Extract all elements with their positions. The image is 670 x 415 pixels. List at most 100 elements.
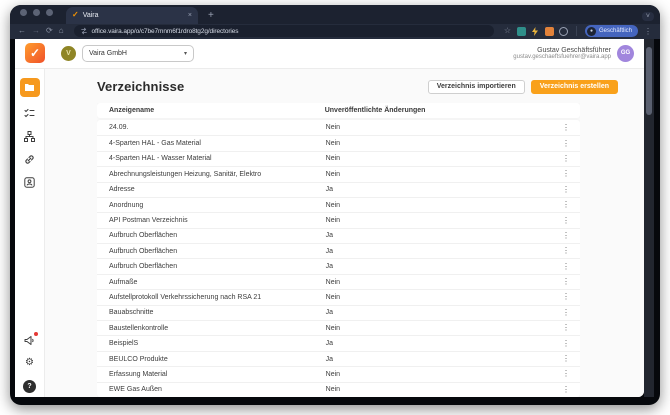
bolt-extension-icon[interactable] [531, 26, 540, 36]
window-maximize-button[interactable] [46, 8, 53, 16]
tab-search-chevron-icon[interactable]: ˅ [641, 11, 654, 21]
orange-extension-icon[interactable] [544, 26, 554, 36]
row-menu-icon[interactable]: ⋮ [560, 247, 570, 255]
row-changes: Nein [325, 140, 341, 148]
table-row[interactable]: Abrechnungsleistungen Heizung, Sanitär, … [97, 166, 580, 181]
table-row[interactable]: Aufbruch Oberflächen Ja ⋮ [97, 258, 580, 273]
table-body: 24.09. Nein ⋮ 4-Sparten HAL - Gas Materi… [97, 119, 580, 397]
row-menu-icon[interactable]: ⋮ [560, 370, 570, 378]
user-avatar[interactable]: GG [617, 44, 634, 62]
tab-close-icon[interactable]: × [188, 12, 192, 19]
row-changes: Ja [325, 232, 334, 240]
row-menu-icon[interactable]: ⋮ [560, 278, 570, 286]
table-row[interactable]: Baustellenkontrolle Nein ⋮ [97, 320, 580, 335]
sidebar-item-workflow[interactable] [24, 131, 36, 143]
row-changes: Ja [325, 340, 334, 348]
reload-icon[interactable]: ⟳ [46, 27, 53, 35]
import-directory-button[interactable]: Verzeichnis importieren [427, 79, 525, 94]
table-row[interactable]: Aufbruch Oberflächen Ja ⋮ [97, 243, 580, 258]
back-icon[interactable]: ← [18, 27, 26, 35]
sidebar-item-contacts[interactable] [24, 177, 36, 189]
window-close-button[interactable] [20, 8, 27, 16]
row-changes: Nein [325, 278, 341, 286]
row-name: API Postman Verzeichnis [109, 217, 188, 224]
home-icon[interactable]: ⌂ [59, 27, 64, 35]
table-row[interactable]: 4-Sparten HAL - Wasser Material Nein ⋮ [97, 150, 580, 166]
address-bar[interactable]: office.vaira.app/o/c7be7mnm6f1rdro8tg2g/… [73, 25, 494, 38]
row-changes: Nein [325, 217, 341, 224]
browser-profile-chip[interactable]: ● Geschäftlich [584, 25, 638, 38]
row-menu-icon[interactable]: ⋮ [560, 324, 570, 332]
table-row[interactable]: Aufbruch Oberflächen Ja ⋮ [97, 227, 580, 243]
browser-viewport: ✓ V Vaira GmbH ▾ Gustav Geschäftsführer … [10, 38, 660, 405]
settings-gear-icon[interactable]: ⚙ [24, 357, 36, 369]
desktop: ✓ Vaira × + ˅ ← → ⟳ ⌂ office.vaira.app/o… [0, 0, 670, 415]
row-name: Aufbruch Oberflächen [109, 232, 178, 240]
sidebar-item-directories[interactable] [19, 77, 40, 97]
row-changes: Nein [325, 386, 341, 394]
forward-icon[interactable]: → [32, 27, 40, 35]
row-menu-icon[interactable]: ⋮ [560, 355, 570, 363]
column-header-name: Anzeigename [109, 106, 155, 114]
row-menu-icon[interactable]: ⋮ [560, 201, 570, 209]
browser-menu-icon[interactable]: ⋮ [644, 27, 652, 36]
table-row[interactable]: BeispielS Ja ⋮ [97, 335, 580, 350]
table-row[interactable]: 24.09. Nein ⋮ [97, 120, 580, 135]
row-menu-icon[interactable]: ⋮ [560, 139, 570, 148]
bookmark-star-icon[interactable]: ☆ [504, 27, 511, 35]
table-row[interactable]: Adresse Ja ⋮ [97, 181, 580, 197]
table-row[interactable]: Aufmaße Nein ⋮ [97, 273, 580, 289]
user-info: Gustav Geschäftsführer gustav.geschaefts… [513, 47, 611, 60]
browser-tab[interactable]: ✓ Vaira × [66, 6, 198, 24]
sidebar-item-links[interactable] [24, 154, 36, 166]
app-header: ✓ V Vaira GmbH ▾ Gustav Geschäftsführer … [15, 39, 644, 69]
table-row[interactable]: Bauabschnitte Ja ⋮ [97, 304, 580, 320]
table-row[interactable]: 4-Sparten HAL - Gas Material Nein ⋮ [97, 135, 580, 150]
table-row[interactable]: Anordnung Nein ⋮ [97, 196, 580, 212]
help-button[interactable]: ? [23, 380, 36, 393]
vaira-logo-icon: ✓ [25, 43, 45, 64]
row-changes: Nein [325, 324, 341, 332]
scrollbar-track[interactable] [644, 38, 654, 397]
row-changes: Ja [325, 263, 334, 271]
org-select-dropdown[interactable]: Vaira GmbH ▾ [82, 44, 194, 62]
toolbar-divider [575, 26, 577, 37]
scrollbar-thumb[interactable] [646, 46, 652, 115]
row-menu-icon[interactable]: ⋮ [560, 216, 570, 225]
announcements-icon[interactable] [24, 332, 38, 346]
table-row[interactable]: BEULCO Produkte Ja ⋮ [97, 350, 580, 366]
row-menu-icon[interactable]: ⋮ [560, 154, 570, 163]
row-name: Bauabschnitte [109, 309, 154, 317]
vaira-app: ✓ V Vaira GmbH ▾ Gustav Geschäftsführer … [15, 38, 644, 397]
window-minimize-button[interactable] [33, 8, 40, 16]
row-menu-icon[interactable]: ⋮ [560, 385, 570, 394]
row-menu-icon[interactable]: ⋮ [560, 262, 570, 271]
row-changes: Nein [325, 124, 341, 132]
row-menu-icon[interactable]: ⋮ [560, 185, 570, 194]
row-name: BEULCO Produkte [109, 355, 168, 363]
row-menu-icon[interactable]: ⋮ [560, 308, 570, 317]
row-menu-icon[interactable]: ⋮ [560, 339, 570, 348]
row-menu-icon[interactable]: ⋮ [560, 123, 570, 132]
table-header: Anzeigename Unveröffentlichte Änderungen [97, 102, 580, 118]
sidebar-item-forms[interactable] [24, 108, 36, 120]
create-directory-button[interactable]: Verzeichnis erstellen [530, 79, 618, 94]
outline-extension-icon[interactable] [558, 26, 568, 36]
row-menu-icon[interactable]: ⋮ [560, 231, 570, 240]
app-body: ⚙ ? Verzeichnisse Verzeichnis importiere… [15, 68, 644, 397]
teal-extension-icon[interactable] [516, 26, 526, 36]
table-row[interactable]: EWE Gas Außen Nein ⋮ [97, 381, 580, 397]
vaira-favicon-icon: ✓ [72, 10, 79, 20]
row-menu-icon[interactable]: ⋮ [560, 293, 570, 301]
table-row[interactable]: Aufstellprotokoll Verkehrssicherung nach… [97, 289, 580, 304]
row-menu-icon[interactable]: ⋮ [560, 170, 570, 178]
table-row[interactable]: API Postman Verzeichnis Nein ⋮ [97, 212, 580, 227]
profile-avatar-icon: ● [586, 26, 596, 36]
row-name: Abrechnungsleistungen Heizung, Sanitär, … [109, 170, 262, 178]
main-content: Verzeichnisse Verzeichnis importieren Ve… [45, 68, 644, 397]
row-changes: Nein [325, 293, 341, 301]
table-row[interactable]: Erfassung Material Nein ⋮ [97, 366, 580, 381]
url-text: office.vaira.app/o/c7be7mnm6f1rdro8tg2g/… [91, 27, 239, 35]
browser-window: ✓ Vaira × + ˅ ← → ⟳ ⌂ office.vaira.app/o… [10, 5, 660, 405]
new-tab-button[interactable]: + [208, 10, 214, 24]
